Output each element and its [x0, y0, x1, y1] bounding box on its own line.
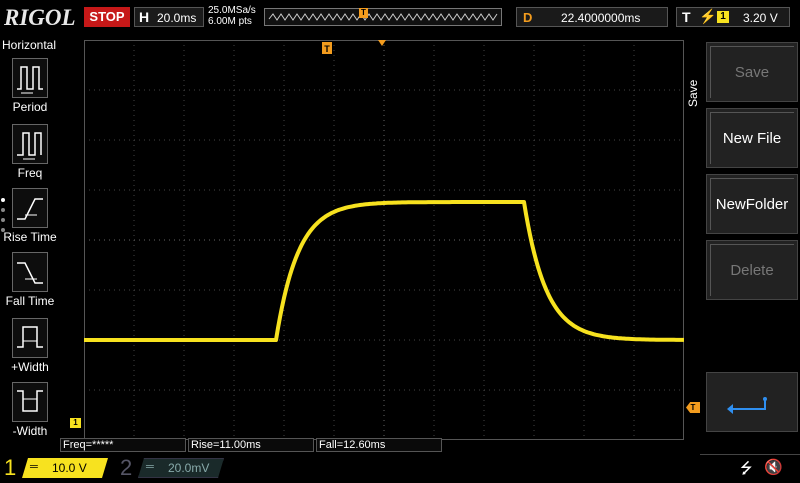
horizontal-measure-menu: Horizontal Period Freq Rise Time Fall Ti…	[0, 38, 60, 438]
top-status-bar: RIGOL STOP H 20.0ms 25.0MSa/s 6.00M pts …	[0, 0, 800, 36]
measure-freq-label: Freq	[17, 166, 43, 180]
ch1-scale: 10.0 V	[52, 461, 87, 475]
trigger-center-marker	[378, 40, 386, 46]
trigger-level: 3.20 V	[743, 11, 778, 25]
brand-logo: RIGOL	[4, 5, 76, 30]
memory-trigger-marker-icon: T	[359, 8, 368, 18]
new-file-button-label: New File	[722, 129, 782, 147]
system-tray: ⭍ 🔇	[700, 454, 800, 480]
trigger-source-badge: 1	[717, 11, 729, 23]
new-file-button[interactable]: New File	[706, 108, 798, 168]
ch2-status[interactable]: 2 ═ 20.0mV	[116, 454, 226, 480]
positive-width-icon	[12, 318, 48, 358]
menu-title: Horizontal	[2, 38, 57, 52]
delay-label: D	[523, 10, 533, 25]
measurement-freq: Freq=*****	[60, 438, 186, 452]
measurement-rise: Rise=11.00ms	[188, 438, 314, 452]
measure-negative-width-button[interactable]: -Width	[0, 382, 60, 444]
measure-rise-time-button[interactable]: Rise Time	[0, 188, 60, 250]
run-stop-indicator[interactable]: STOP	[84, 7, 130, 27]
save-menu-title: Save	[686, 79, 700, 107]
fall-time-icon	[12, 252, 48, 292]
ch2-number: 2	[120, 455, 133, 480]
memory-waveform-icon	[268, 13, 498, 21]
freq-icon	[12, 124, 48, 164]
new-folder-button[interactable]: NewFolder	[706, 174, 798, 234]
save-menu: Save Save New File NewFolder Delete	[686, 40, 800, 440]
timebase-box[interactable]: H 20.0ms	[134, 7, 204, 27]
acquisition-info: 25.0MSa/s 6.00M pts	[208, 5, 256, 27]
speaker-muted-icon[interactable]: 🔇	[764, 458, 783, 476]
memory-depth: 6.00M pts	[208, 16, 252, 27]
memory-overview-strip: T	[264, 8, 502, 26]
ch1-status[interactable]: 1 ═ 10.0 V	[0, 454, 110, 480]
trigger-position-marker[interactable]: T	[322, 42, 332, 54]
measure-rise-time-label: Rise Time	[3, 230, 57, 244]
delay-value: 22.4000000ms	[561, 11, 641, 25]
trigger-box[interactable]: T ⚡ 1 3.20 V	[676, 7, 790, 27]
svg-text:T: T	[324, 44, 330, 54]
rising-edge-icon: ⚡	[699, 8, 717, 24]
delay-box[interactable]: D 22.4000000ms	[516, 7, 668, 27]
waveform-display[interactable]: T 1	[84, 40, 684, 440]
dc-coupling-icon: ═	[146, 461, 154, 473]
measure-positive-width-label: +Width	[11, 360, 49, 374]
ch1-number: 1	[4, 455, 17, 480]
channel-status-bar: 1 ═ 10.0 V 2 ═ 20.0mV ⭍ 🔇	[0, 454, 800, 480]
return-arrow-icon	[727, 397, 767, 414]
measurement-fall: Fall=12.60ms	[316, 438, 442, 452]
delete-button-label: Delete	[730, 261, 774, 279]
measure-fall-time-button[interactable]: Fall Time	[0, 252, 60, 314]
measure-positive-width-button[interactable]: +Width	[0, 318, 60, 380]
rise-time-icon	[12, 188, 48, 228]
period-icon	[12, 58, 48, 98]
measure-period-label: Period	[12, 100, 48, 114]
save-button-label: Save	[734, 63, 770, 81]
timebase-label: H	[139, 9, 150, 25]
graticule	[84, 40, 684, 440]
ch1-ground-badge[interactable]: 1	[70, 418, 81, 428]
measure-fall-time-label: Fall Time	[5, 294, 55, 308]
trigger-label: T	[682, 9, 691, 25]
usb-icon: ⭍	[740, 460, 753, 477]
sample-rate: 25.0MSa/s	[208, 5, 256, 16]
ch2-scale: 20.0mV	[168, 461, 210, 475]
timebase-value: 20.0ms	[157, 11, 197, 25]
new-folder-button-label: NewFolder	[715, 195, 789, 213]
dc-coupling-icon: ═	[30, 461, 38, 473]
negative-width-icon	[12, 382, 48, 422]
delete-button[interactable]: Delete	[706, 240, 798, 300]
measure-period-button[interactable]: Period	[0, 58, 60, 120]
measure-negative-width-label: -Width	[12, 424, 48, 438]
measure-freq-button[interactable]: Freq	[0, 124, 60, 186]
return-button[interactable]	[706, 372, 798, 432]
save-button[interactable]: Save	[706, 42, 798, 102]
